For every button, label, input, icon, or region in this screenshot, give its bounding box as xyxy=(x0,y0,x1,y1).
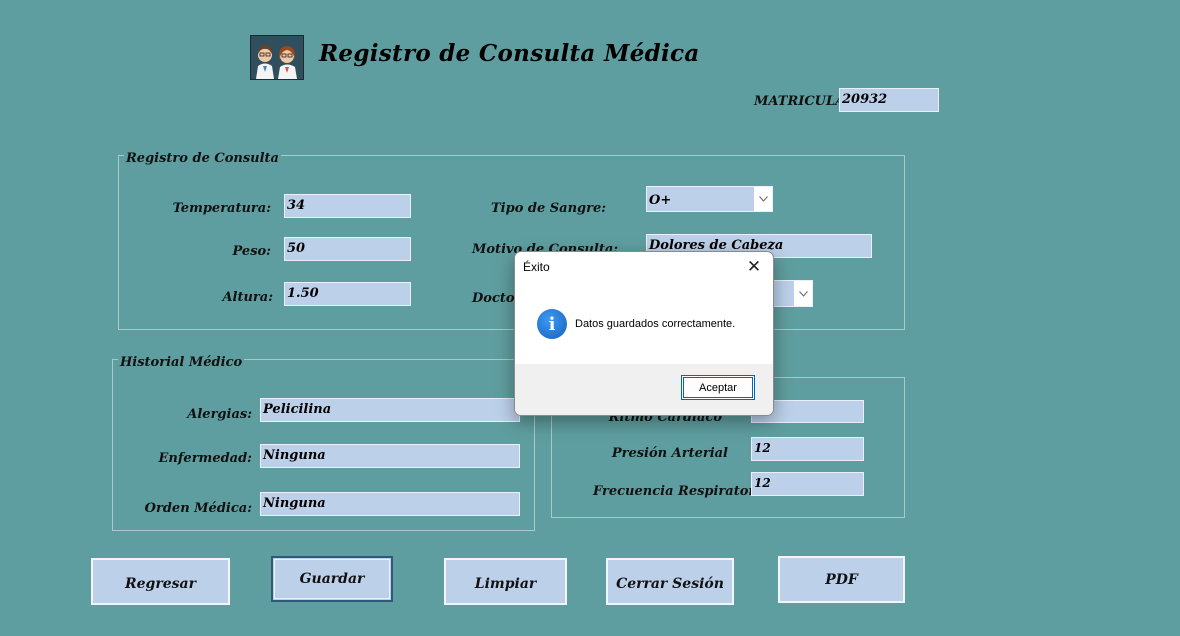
altura-label: Altura: xyxy=(222,290,273,305)
orden-medica-field[interactable]: Ninguna xyxy=(260,492,520,516)
matricula-label: MATRICULA xyxy=(754,94,846,109)
chevron-down-icon[interactable] xyxy=(794,281,812,306)
aceptar-button[interactable]: Aceptar xyxy=(681,375,755,400)
tipo-sangre-label: Tipo de Sangre: xyxy=(491,201,607,216)
altura-field[interactable]: 1.50 xyxy=(284,282,411,306)
chevron-down-icon[interactable] xyxy=(754,187,772,211)
limpiar-button[interactable]: Limpiar xyxy=(444,558,567,605)
guardar-button[interactable]: Guardar xyxy=(271,556,393,602)
alergias-field[interactable]: Pelicilina xyxy=(260,398,520,422)
info-icon: i xyxy=(537,309,567,339)
page-title: Registro de Consulta Médica xyxy=(319,40,700,67)
peso-field[interactable]: 50 xyxy=(284,237,411,261)
enfermedad-label: Enfermedad: xyxy=(158,451,252,466)
peso-label: Peso: xyxy=(232,244,272,259)
temperatura-field[interactable]: 34 xyxy=(284,194,411,218)
cerrar-sesion-button[interactable]: Cerrar Sesión xyxy=(606,558,734,605)
dialog-footer: Aceptar xyxy=(515,364,773,415)
tipo-sangre-value: O+ xyxy=(649,193,672,208)
temperatura-label: Temperatura: xyxy=(172,201,271,216)
dialog-title: Éxito xyxy=(523,260,550,274)
presion-arterial-label: Presión Arterial xyxy=(611,446,728,461)
success-dialog: Éxito ✕ i Datos guardados correctamente.… xyxy=(514,251,774,416)
enfermedad-field[interactable]: Ninguna xyxy=(260,444,520,468)
pdf-button[interactable]: PDF xyxy=(778,556,905,603)
doctors-logo-icon xyxy=(250,35,304,80)
regresar-button[interactable]: Regresar xyxy=(91,558,230,605)
presion-arterial-field[interactable]: 12 xyxy=(751,437,864,461)
alergias-label: Alergias: xyxy=(187,407,252,422)
frecuencia-respiratoria-label: Frecuencia Respiratoria xyxy=(593,484,769,499)
tipo-sangre-select[interactable]: O+ xyxy=(646,186,773,212)
frecuencia-respiratoria-field[interactable]: 12 xyxy=(751,472,864,496)
registro-consulta-title: Registro de Consulta xyxy=(124,151,281,166)
matricula-field[interactable]: 20932 xyxy=(839,88,939,112)
orden-medica-label: Orden Médica: xyxy=(144,501,252,516)
historial-medico-title: Historial Médico xyxy=(118,355,245,370)
dialog-message: Datos guardados correctamente. xyxy=(575,318,736,330)
close-icon[interactable]: ✕ xyxy=(743,256,765,278)
